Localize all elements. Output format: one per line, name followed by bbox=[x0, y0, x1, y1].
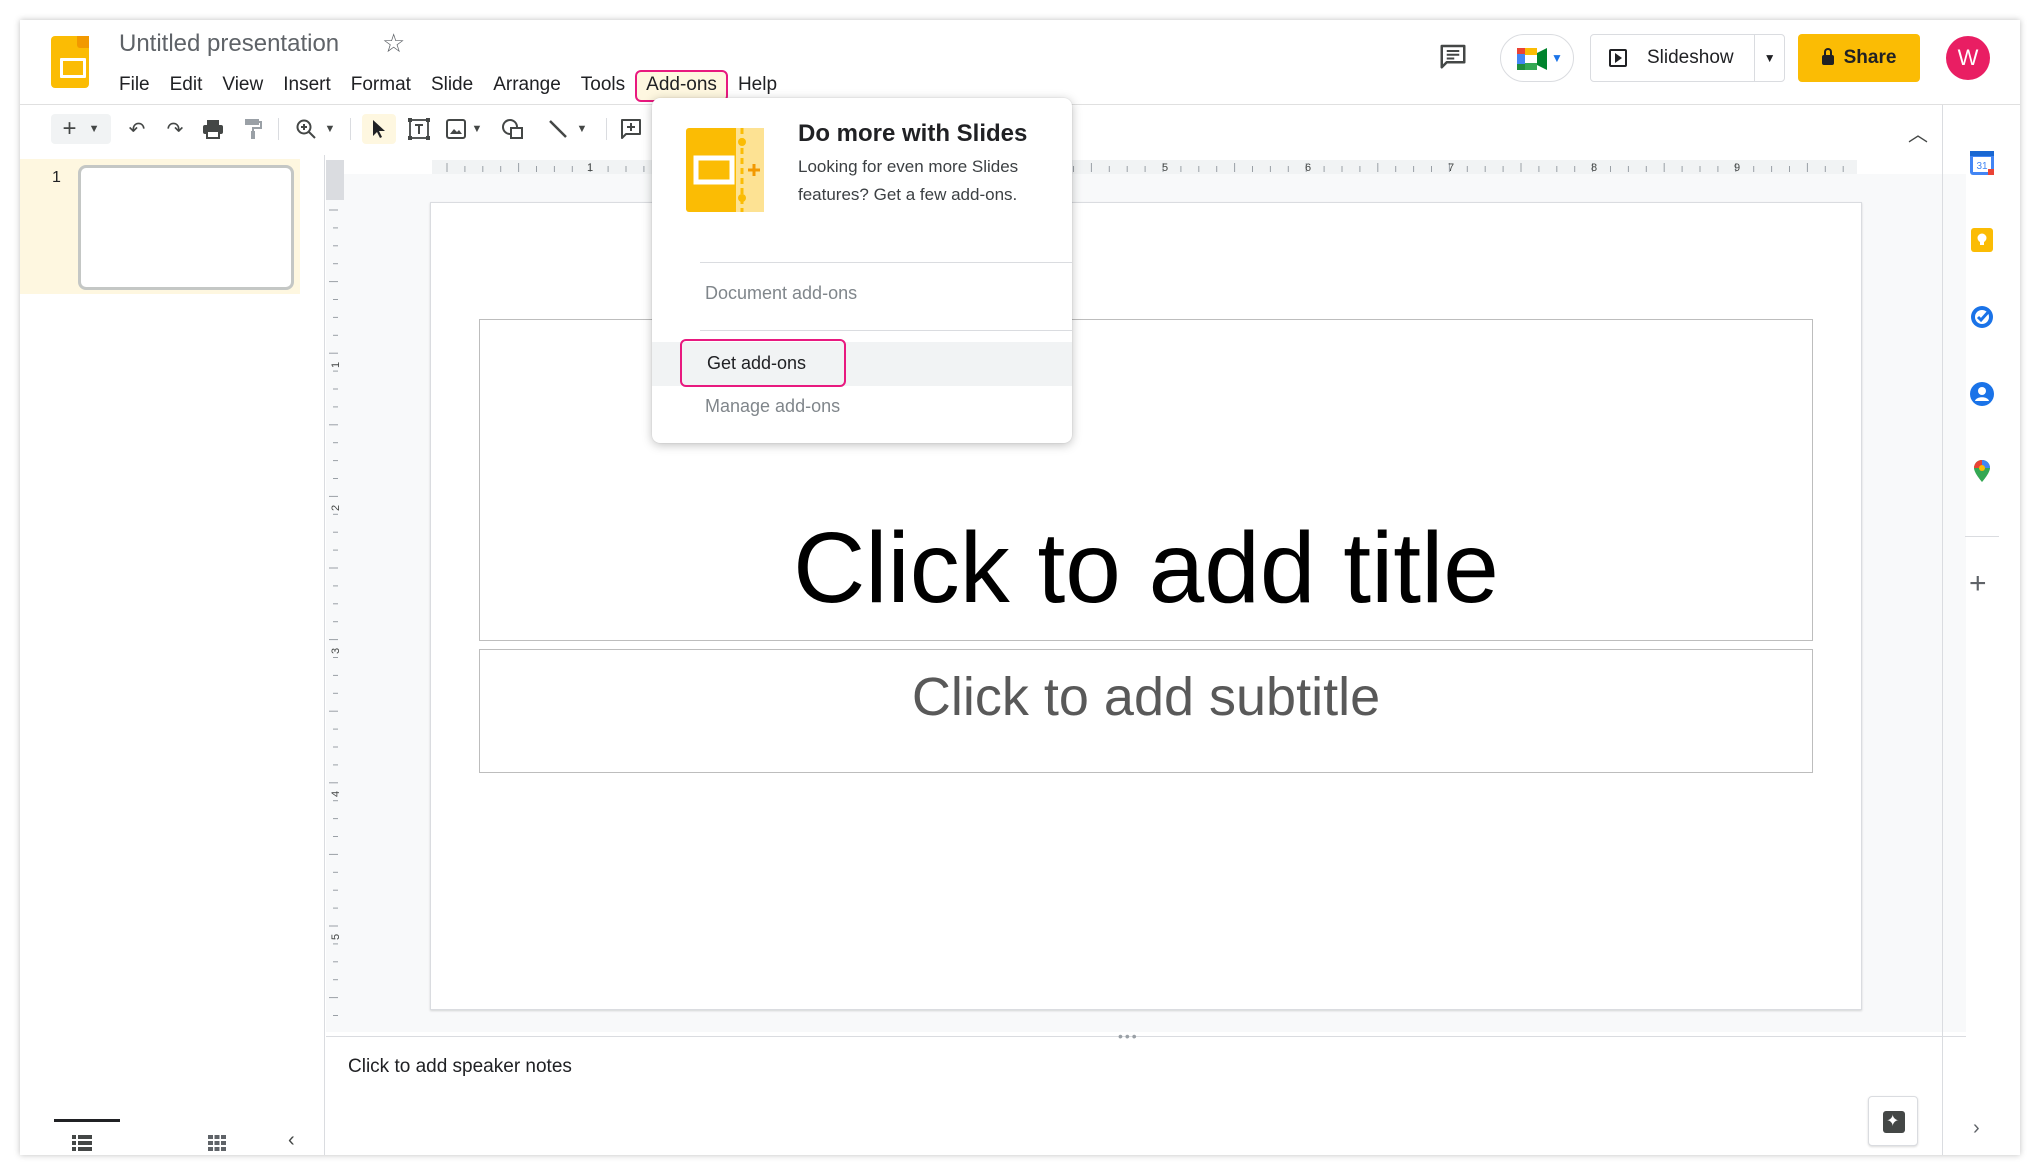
slideshow-options-chevron-down-icon[interactable]: ▼ bbox=[1754, 35, 1784, 81]
filmstrip-view-icon[interactable] bbox=[72, 1135, 92, 1151]
add-ons-dropdown-menu: Do more with Slides Looking for even mor… bbox=[652, 98, 1072, 443]
new-slide-button[interactable]: + ▼ bbox=[51, 114, 111, 144]
menu-slide[interactable]: Slide bbox=[421, 70, 483, 102]
toolbar-separator bbox=[606, 118, 607, 140]
document-title[interactable]: Untitled presentation bbox=[119, 30, 339, 58]
menu-format[interactable]: Format bbox=[341, 70, 421, 102]
side-panel-divider bbox=[1965, 536, 1999, 537]
ruler-corner bbox=[326, 160, 344, 200]
ruler-mark: 6 bbox=[1305, 162, 1311, 174]
menu-divider bbox=[700, 262, 1072, 263]
subtitle-placeholder[interactable]: Click to add subtitle bbox=[479, 649, 1813, 773]
menu-edit[interactable]: Edit bbox=[160, 70, 213, 102]
print-icon[interactable] bbox=[198, 114, 228, 144]
svg-text:31: 31 bbox=[1976, 161, 1988, 172]
promo-text: Looking for even more Slides features? G… bbox=[798, 157, 1019, 204]
ruler-mark: 9 bbox=[1734, 162, 1740, 174]
undo-icon[interactable]: ↶ bbox=[122, 114, 152, 144]
ruler-mark: 3 bbox=[330, 648, 342, 654]
share-button[interactable]: Share bbox=[1798, 34, 1920, 82]
title-placeholder-text: Click to add title bbox=[793, 512, 1499, 624]
menu-tools[interactable]: Tools bbox=[571, 70, 635, 102]
chevron-down-icon: ▼ bbox=[1551, 51, 1563, 65]
chevron-down-icon: ▼ bbox=[88, 123, 100, 135]
grid-view-icon[interactable] bbox=[208, 1135, 226, 1151]
google-meet-icon bbox=[1517, 48, 1547, 70]
slide-thumbnail[interactable] bbox=[78, 165, 294, 290]
notes-divider bbox=[326, 1036, 1966, 1037]
explore-button[interactable] bbox=[1868, 1096, 1918, 1146]
line-icon bbox=[548, 120, 567, 138]
lock-icon bbox=[1821, 48, 1834, 65]
document-add-ons-item[interactable]: Document add-ons bbox=[705, 283, 857, 304]
ruler-mark: 1 bbox=[587, 162, 593, 174]
notes-resize-handle[interactable]: ••• bbox=[1118, 1028, 1139, 1044]
menu-file[interactable]: File bbox=[119, 70, 160, 102]
speaker-notes-input[interactable]: Click to add speaker notes bbox=[348, 1056, 572, 1078]
insert-image-button[interactable]: ▼ bbox=[442, 114, 486, 144]
plus-icon: + bbox=[62, 115, 77, 142]
app-window: Untitled presentation ☆ File Edit View I… bbox=[20, 20, 2020, 1155]
promo-title: Do more with Slides bbox=[798, 120, 1028, 147]
expand-side-panel-chevron-right-icon[interactable]: › bbox=[1973, 1117, 1980, 1140]
toolbar-separator bbox=[278, 118, 279, 140]
select-cursor-icon[interactable] bbox=[362, 114, 396, 144]
collapse-menus-chevron-up-icon[interactable]: ︿ bbox=[1908, 118, 1928, 147]
chevron-down-icon: ▼ bbox=[471, 123, 483, 135]
slideshow-button[interactable]: Slideshow ▼ bbox=[1590, 34, 1785, 82]
tasks-icon[interactable] bbox=[1969, 304, 1995, 330]
active-view-indicator bbox=[54, 1119, 120, 1122]
image-icon bbox=[445, 119, 466, 139]
share-label: Share bbox=[1843, 47, 1897, 68]
ruler-mark: 1 bbox=[330, 362, 342, 368]
filmstrip: 1 ‹ bbox=[20, 155, 325, 1155]
paint-format-icon[interactable] bbox=[238, 114, 268, 144]
contacts-icon[interactable] bbox=[1969, 381, 1995, 407]
get-add-ons-item[interactable]: Get add-ons bbox=[680, 339, 846, 387]
zoom-icon bbox=[296, 119, 316, 139]
slideshow-label: Slideshow bbox=[1647, 47, 1734, 68]
play-icon bbox=[1609, 49, 1627, 67]
keep-icon[interactable] bbox=[1969, 227, 1995, 253]
subtitle-placeholder-text: Click to add subtitle bbox=[911, 667, 1381, 727]
avatar[interactable]: W bbox=[1946, 36, 1990, 80]
start-slideshow[interactable]: Slideshow bbox=[1591, 35, 1754, 81]
maps-icon[interactable] bbox=[1969, 458, 1995, 484]
ruler-mark: 4 bbox=[330, 791, 342, 797]
comments-icon[interactable] bbox=[1438, 41, 1468, 71]
shapes-icon[interactable] bbox=[496, 114, 530, 144]
get-add-ons-plus-icon[interactable]: + bbox=[1969, 567, 1987, 601]
slide-number: 1 bbox=[52, 169, 61, 186]
toolbar-separator bbox=[350, 118, 351, 140]
explore-icon bbox=[1883, 1111, 1905, 1133]
ruler-mark: 2 bbox=[330, 505, 342, 511]
slide-canvas[interactable]: Click to add title Click to add subtitle bbox=[430, 202, 1862, 1010]
menu-insert[interactable]: Insert bbox=[273, 70, 341, 102]
text-box-icon[interactable] bbox=[404, 114, 434, 144]
slides-logo-icon[interactable] bbox=[51, 36, 89, 88]
vertical-ruler[interactable]: 1 2 3 4 5 bbox=[326, 200, 344, 1032]
ruler-mark: 5 bbox=[330, 934, 342, 940]
ruler-mark: 5 bbox=[1162, 162, 1168, 174]
add-comment-icon[interactable] bbox=[616, 114, 646, 144]
calendar-icon[interactable]: 31 bbox=[1969, 150, 1995, 176]
horizontal-ruler[interactable]: 1 5 6 7 8 9 bbox=[432, 160, 1857, 174]
menu-divider bbox=[700, 330, 1072, 331]
meet-button[interactable]: ▼ bbox=[1500, 34, 1574, 82]
side-panel: 31 + › bbox=[1942, 105, 2020, 1155]
collapse-filmstrip-chevron-left-icon[interactable]: ‹ bbox=[288, 1129, 295, 1152]
menu-view[interactable]: View bbox=[212, 70, 273, 102]
redo-icon[interactable]: ↷ bbox=[160, 114, 190, 144]
chevron-down-icon: ▼ bbox=[324, 123, 336, 135]
ruler-mark: 8 bbox=[1591, 162, 1597, 174]
slides-add-ons-promo-icon bbox=[686, 128, 764, 212]
zoom-button[interactable]: ▼ bbox=[290, 114, 340, 144]
chevron-down-icon: ▼ bbox=[576, 123, 588, 135]
menu-arrange[interactable]: Arrange bbox=[483, 70, 571, 102]
manage-add-ons-item[interactable]: Manage add-ons bbox=[705, 396, 840, 417]
line-button[interactable]: ▼ bbox=[540, 114, 594, 144]
ruler-mark: 7 bbox=[1448, 162, 1454, 174]
star-icon[interactable]: ☆ bbox=[382, 28, 405, 59]
